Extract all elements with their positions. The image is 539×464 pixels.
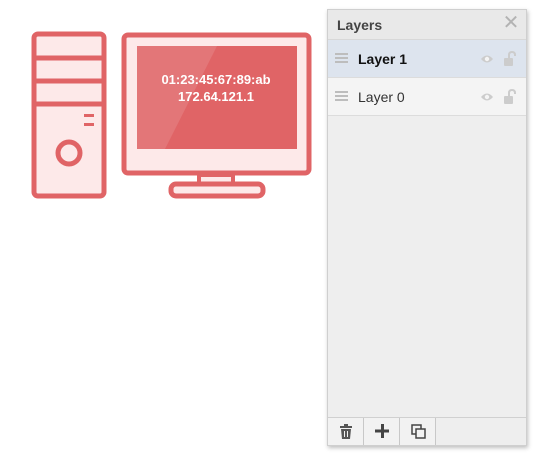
- duplicate-layer-button[interactable]: [400, 418, 436, 445]
- layers-panel: Layers ✕ Layer 1 Layer 0: [327, 9, 527, 446]
- plus-icon: [375, 424, 389, 438]
- close-icon[interactable]: ✕: [502, 13, 520, 33]
- trash-icon: [340, 424, 352, 439]
- mac-address-label: 01:23:45:67:89:ab: [161, 72, 270, 87]
- panel-header[interactable]: Layers ✕: [328, 10, 526, 40]
- add-layer-button[interactable]: [364, 418, 400, 445]
- delete-layer-button[interactable]: [328, 418, 364, 445]
- ip-address-label: 172.64.121.1: [178, 89, 254, 104]
- layer-row-layer-1[interactable]: Layer 1: [328, 40, 526, 78]
- drag-handle-icon[interactable]: [335, 53, 348, 64]
- monitor-icon: [121, 32, 312, 199]
- eye-icon[interactable]: [480, 91, 494, 103]
- layer-name: Layer 1: [358, 51, 408, 67]
- panel-title: Layers: [337, 17, 383, 33]
- layer-name: Layer 0: [358, 89, 405, 105]
- tower-icon: [31, 31, 107, 199]
- drag-handle-icon[interactable]: [335, 91, 348, 102]
- unlock-icon[interactable]: [503, 51, 517, 67]
- layer-row-layer-0[interactable]: Layer 0: [328, 78, 526, 116]
- computer-illustration[interactable]: 01:23:45:67:89:ab 172.64.121.1: [0, 0, 320, 210]
- eye-icon[interactable]: [480, 53, 494, 65]
- layer-list: Layer 1 Layer 0: [328, 40, 526, 116]
- duplicate-icon: [411, 424, 426, 439]
- panel-footer: [328, 417, 526, 445]
- unlock-icon[interactable]: [503, 89, 517, 105]
